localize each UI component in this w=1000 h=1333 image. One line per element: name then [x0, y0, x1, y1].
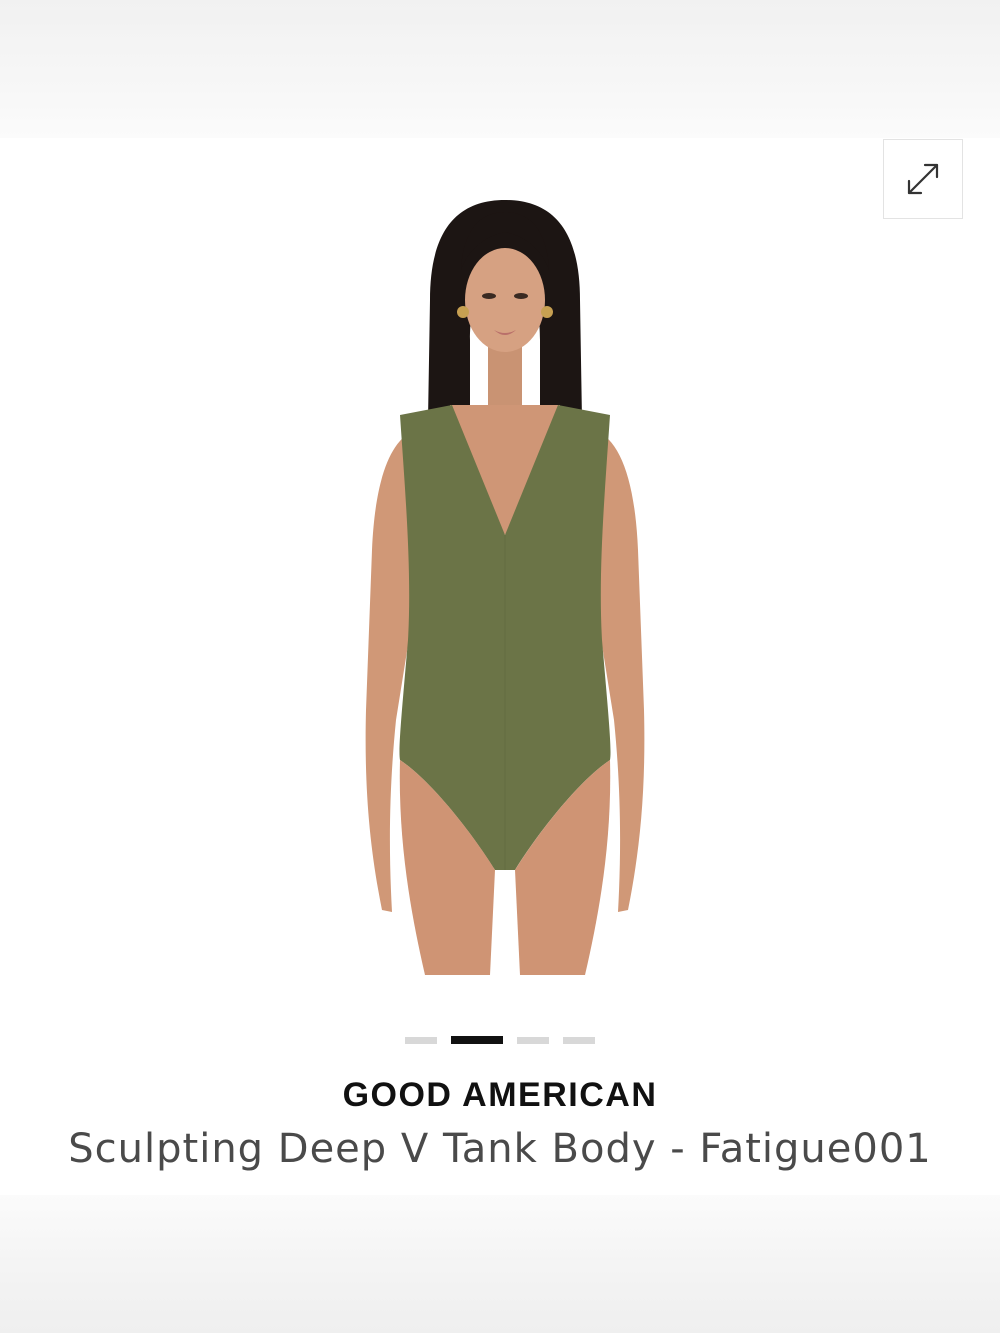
- product-page: GOOD AMERICAN Sculpting Deep V Tank Body…: [0, 0, 1000, 1333]
- carousel-dot-2[interactable]: [451, 1036, 503, 1044]
- face-shape: [465, 248, 545, 352]
- carousel-dot-4[interactable]: [563, 1036, 595, 1044]
- carousel-dot-1[interactable]: [405, 1036, 437, 1044]
- expand-image-button[interactable]: [883, 139, 963, 219]
- product-title: Sculpting Deep V Tank Body - Fatigue001: [68, 1126, 932, 1172]
- expand-arrows-icon: [907, 163, 939, 195]
- carousel-indicators: [0, 1034, 1000, 1046]
- brand-name[interactable]: GOOD AMERICAN: [0, 1076, 1000, 1115]
- top-backdrop: [0, 0, 1000, 138]
- bottom-backdrop: [0, 1195, 1000, 1333]
- product-image[interactable]: [330, 190, 680, 980]
- carousel-dot-3[interactable]: [517, 1036, 549, 1044]
